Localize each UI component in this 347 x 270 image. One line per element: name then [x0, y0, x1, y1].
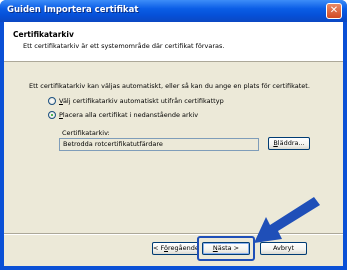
intro-text: Ett certifikatarkiv kan väljas automatis…: [29, 82, 310, 90]
close-icon: ✕: [329, 5, 339, 16]
radio-option-auto[interactable]: Välj certifikatarkiv automatiskt utifrån…: [48, 96, 224, 106]
radio-button-auto[interactable]: [48, 97, 56, 105]
pointer-arrow-icon: [254, 197, 320, 243]
store-label: Certifikatarkiv:: [62, 129, 110, 137]
radio-button-place[interactable]: [48, 111, 56, 119]
radio-option-place[interactable]: Placera alla certifikat i nedanstående a…: [48, 110, 198, 120]
title-bar[interactable]: Guiden Importera certifikat ✕: [0, 0, 347, 22]
wizard-header: Certifikatarkiv Ett certifikatarkiv är e…: [4, 22, 343, 62]
page-title: Certifikatarkiv: [13, 30, 74, 39]
dialog-window: Guiden Importera certifikat ✕ Certifikat…: [0, 0, 347, 270]
page-description: Ett certifikatarkiv är ett systemområde …: [23, 42, 225, 50]
next-button[interactable]: Nästa >: [202, 242, 250, 255]
window-title: Guiden Importera certifikat: [7, 5, 139, 15]
close-button[interactable]: ✕: [326, 3, 342, 19]
store-field: Betrodda rotcertifikatutfärdare: [59, 138, 259, 151]
radio-label-place: Placera alla certifikat i nedanstående a…: [59, 111, 199, 119]
radio-label-auto: Välj certifikatarkiv automatiskt utifrån…: [59, 97, 224, 105]
back-button[interactable]: < Föregående: [152, 242, 199, 255]
cancel-button[interactable]: Avbryt: [260, 242, 307, 255]
browse-button[interactable]: Bläddra...: [268, 137, 310, 150]
